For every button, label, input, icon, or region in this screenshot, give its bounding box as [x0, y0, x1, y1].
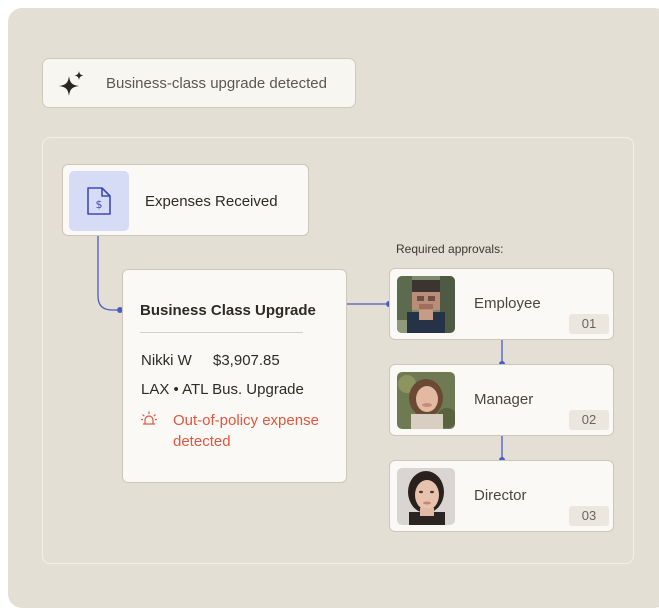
approver-step-number: 01 — [569, 314, 609, 334]
alarm-light-icon — [141, 411, 157, 425]
expense-route: LAX • ATL Bus. Upgrade — [141, 381, 304, 398]
employee-name: Nikki W — [141, 352, 192, 369]
required-approvals-heading: Required approvals: — [396, 242, 504, 256]
expense-title: Business Class Upgrade — [140, 302, 316, 319]
svg-text:$: $ — [96, 198, 103, 211]
expenses-received-card[interactable]: $ Expenses Received — [62, 164, 309, 236]
approver-role: Manager — [474, 391, 534, 408]
approver-role: Employee — [474, 295, 541, 312]
employee-avatar — [397, 276, 455, 333]
expenses-received-label: Expenses Received — [145, 193, 278, 210]
approver-card-director[interactable]: Director 03 — [389, 460, 614, 532]
detection-text: Business-class upgrade detected — [106, 75, 327, 92]
manager-avatar — [397, 372, 455, 429]
approver-step-number: 03 — [569, 506, 609, 526]
approver-card-manager[interactable]: Manager 02 — [389, 364, 614, 436]
director-avatar — [397, 468, 455, 525]
expense-detail-card[interactable]: Business Class Upgrade Nikki W $3,907.85… — [122, 269, 347, 483]
expense-amount: $3,907.85 — [213, 352, 280, 369]
dollar-document-icon: $ — [87, 187, 111, 215]
sparkle-icon — [59, 71, 84, 96]
approver-step-number: 02 — [569, 410, 609, 430]
title-divider — [140, 332, 303, 333]
approver-role: Director — [474, 487, 527, 504]
detection-banner: Business-class upgrade detected — [42, 58, 356, 108]
expense-document-tile: $ — [69, 171, 129, 231]
approver-card-employee[interactable]: Employee 01 — [389, 268, 614, 340]
policy-warning-text: Out-of-policy expense detected — [173, 412, 319, 450]
